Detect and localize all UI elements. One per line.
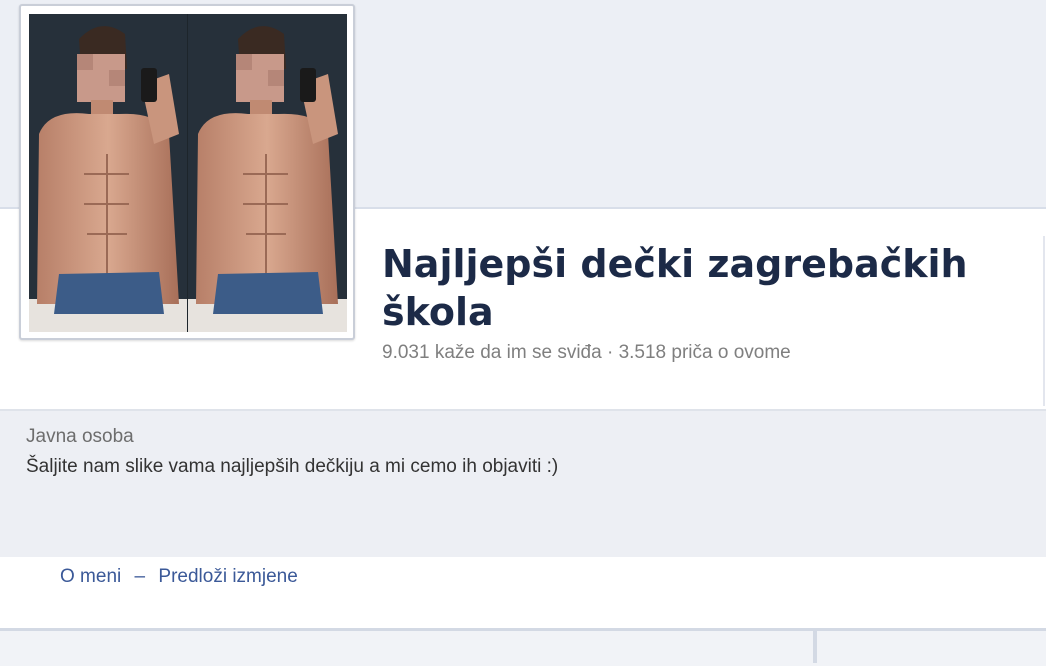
header-divider	[1043, 236, 1045, 406]
profile-photo-image	[29, 14, 347, 332]
profile-picture[interactable]	[19, 4, 355, 340]
page-category: Javna osoba	[26, 426, 134, 447]
page-title: Najljepši dečki zagrebačkih škola	[382, 242, 968, 334]
page-description: Šaljite nam slike vama najljepših dečkij…	[26, 456, 559, 477]
content-area	[0, 628, 1046, 666]
link-separator: –	[134, 566, 146, 587]
page-stats: 9.031 kaže da im se sviđa · 3.518 priča …	[382, 342, 791, 363]
suggest-edits-link[interactable]: Predloži izmjene	[158, 566, 297, 587]
column-divider	[813, 631, 817, 663]
about-section	[0, 409, 1046, 559]
about-link[interactable]: O meni	[60, 566, 121, 587]
about-links: O meni – Predloži izmjene	[60, 566, 298, 588]
